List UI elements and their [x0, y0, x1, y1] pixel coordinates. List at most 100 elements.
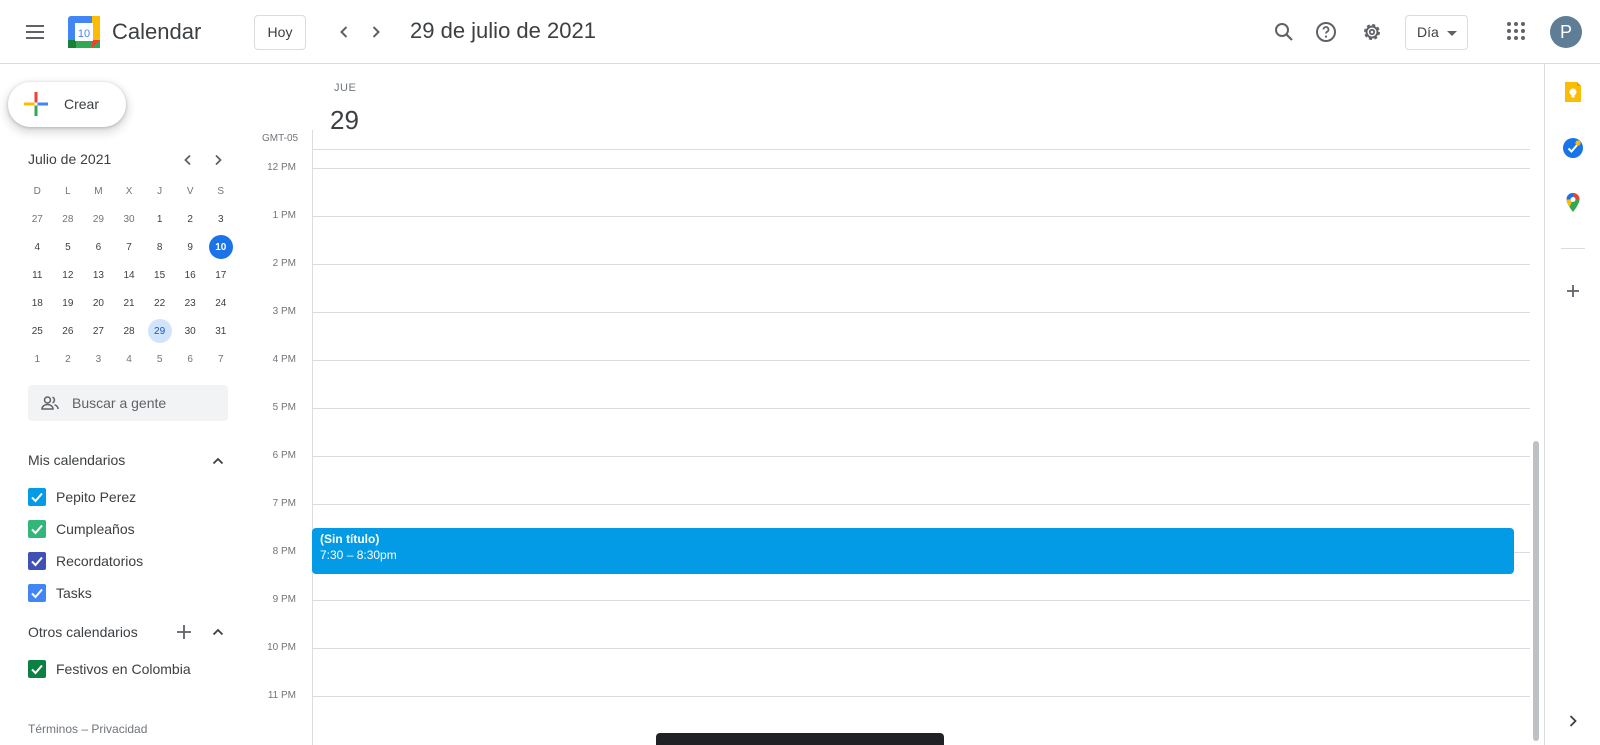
mini-day-number: 13: [92, 269, 104, 281]
calendar-checkbox-icon[interactable]: [28, 488, 46, 506]
mini-day-cell[interactable]: 23: [175, 289, 206, 317]
account-avatar[interactable]: P: [1550, 16, 1582, 48]
mini-day-cell[interactable]: 4: [114, 345, 145, 373]
view-selector[interactable]: Día: [1405, 15, 1468, 50]
mini-day-cell[interactable]: 30: [114, 205, 145, 233]
mini-day-cell[interactable]: 16: [175, 261, 206, 289]
mini-day-cell[interactable]: 4: [22, 233, 53, 261]
mini-day-cell[interactable]: 5: [144, 345, 175, 373]
collapse-my-calendars-icon[interactable]: [208, 451, 228, 471]
mini-day-cell[interactable]: 11: [22, 261, 53, 289]
mini-prev-month-icon[interactable]: [178, 150, 198, 170]
mini-day-cell[interactable]: 31: [205, 317, 236, 345]
search-icon[interactable]: [1272, 20, 1296, 44]
mini-day-cell[interactable]: 18: [22, 289, 53, 317]
mini-week-row: 4 5 6 7 8 9 10: [22, 233, 236, 261]
mini-day-cell[interactable]: 27: [22, 205, 53, 233]
keep-icon[interactable]: [1561, 80, 1585, 104]
other-calendars-title[interactable]: Otros calendarios: [28, 624, 138, 640]
calendar-item[interactable]: Tasks: [28, 580, 228, 606]
hour-label: 9 PM: [272, 594, 296, 605]
hour-label: 8 PM: [272, 546, 296, 557]
mini-day-cell[interactable]: 26: [53, 317, 84, 345]
mini-next-month-icon[interactable]: [208, 150, 228, 170]
mini-day-cell[interactable]: 7: [114, 233, 145, 261]
mini-day-number: 11: [32, 269, 43, 281]
mini-day-cell[interactable]: 19: [53, 289, 84, 317]
calendar-item[interactable]: Pepito Perez: [28, 484, 228, 510]
hour-label: 12 PM: [267, 162, 296, 173]
mini-day-cell[interactable]: 25: [22, 317, 53, 345]
calendar-item[interactable]: Festivos en Colombia: [28, 656, 228, 682]
mini-day-cell[interactable]: 1: [144, 205, 175, 233]
mini-day-cell[interactable]: 20: [83, 289, 114, 317]
add-other-calendar-icon[interactable]: [174, 622, 194, 642]
hour-line: [312, 456, 1530, 457]
hour-line: [312, 312, 1530, 313]
mini-calendar-title: Julio de 2021: [28, 151, 112, 167]
mini-day-cell[interactable]: 6: [175, 345, 206, 373]
people-search-input[interactable]: Buscar a gente: [28, 385, 228, 421]
mini-day-cell[interactable]: 5: [53, 233, 84, 261]
next-day-icon[interactable]: [364, 20, 388, 44]
view-selected-label: Día: [1417, 24, 1439, 40]
calendar-checkbox-icon[interactable]: [28, 660, 46, 678]
tasks-icon[interactable]: [1561, 136, 1585, 160]
mini-day-cell[interactable]: 15: [144, 261, 175, 289]
mini-day-cell[interactable]: 9: [175, 233, 206, 261]
day-number[interactable]: 29: [330, 105, 359, 136]
mini-day-cell[interactable]: 3: [205, 205, 236, 233]
mini-day-cell[interactable]: 7: [205, 345, 236, 373]
terms-link[interactable]: Términos: [28, 722, 78, 736]
calendar-event[interactable]: (Sin título) 7:30 – 8:30pm: [312, 528, 1514, 574]
mini-day-cell[interactable]: 27: [83, 317, 114, 345]
mini-day-cell[interactable]: 6: [83, 233, 114, 261]
settings-gear-icon[interactable]: [1360, 20, 1384, 44]
calendar-checkbox-icon[interactable]: [28, 584, 46, 602]
mini-day-cell[interactable]: 1: [22, 345, 53, 373]
get-addons-plus-icon[interactable]: [1561, 279, 1585, 303]
calendar-checkbox-icon[interactable]: [28, 520, 46, 538]
calendar-item[interactable]: Recordatorios: [28, 548, 228, 574]
mini-day-number: 25: [31, 325, 43, 337]
mini-day-cell[interactable]: 28: [114, 317, 145, 345]
mini-day-cell[interactable]: 2: [53, 345, 84, 373]
grid-scrollbar[interactable]: [1533, 441, 1539, 741]
privacy-link[interactable]: Privacidad: [91, 722, 147, 736]
mini-day-cell[interactable]: 10: [205, 233, 236, 261]
mini-day-cell[interactable]: 8: [144, 233, 175, 261]
mini-day-number: 15: [154, 269, 166, 281]
calendar-checkbox-icon[interactable]: [28, 552, 46, 570]
create-button[interactable]: Crear: [8, 82, 126, 127]
side-panel: [1544, 64, 1600, 745]
mini-day-cell[interactable]: 2: [175, 205, 206, 233]
calendar-item[interactable]: Cumpleaños: [28, 516, 228, 542]
google-apps-icon[interactable]: [1507, 22, 1527, 42]
mini-day-cell[interactable]: 28: [53, 205, 84, 233]
mini-day-number: 7: [217, 353, 224, 365]
main-menu-icon[interactable]: [23, 19, 49, 45]
mini-day-number: 27: [92, 325, 104, 337]
maps-icon[interactable]: [1561, 191, 1585, 215]
mini-day-cell[interactable]: 17: [205, 261, 236, 289]
mini-day-cell[interactable]: 14: [114, 261, 145, 289]
mini-day-cell[interactable]: 29: [83, 205, 114, 233]
mini-day-number: 30: [184, 325, 196, 337]
help-icon[interactable]: [1314, 20, 1338, 44]
mini-day-cell[interactable]: 22: [144, 289, 175, 317]
collapse-other-calendars-icon[interactable]: [208, 622, 228, 642]
mini-day-cell[interactable]: 21: [114, 289, 145, 317]
hour-label: 7 PM: [272, 498, 296, 509]
today-button[interactable]: Hoy: [254, 15, 306, 50]
calendar-item-label: Recordatorios: [56, 553, 144, 569]
mini-day-cell[interactable]: 30: [175, 317, 206, 345]
my-calendars-title[interactable]: Mis calendarios: [28, 452, 125, 468]
mini-day-cell[interactable]: 29: [144, 317, 175, 345]
mini-day-cell[interactable]: 12: [53, 261, 84, 289]
expand-panel-chevron-icon[interactable]: [1561, 709, 1585, 733]
previous-day-icon[interactable]: [332, 20, 356, 44]
mini-day-cell[interactable]: 3: [83, 345, 114, 373]
dropdown-caret-icon: [1447, 31, 1457, 36]
mini-day-cell[interactable]: 13: [83, 261, 114, 289]
mini-day-cell[interactable]: 24: [205, 289, 236, 317]
